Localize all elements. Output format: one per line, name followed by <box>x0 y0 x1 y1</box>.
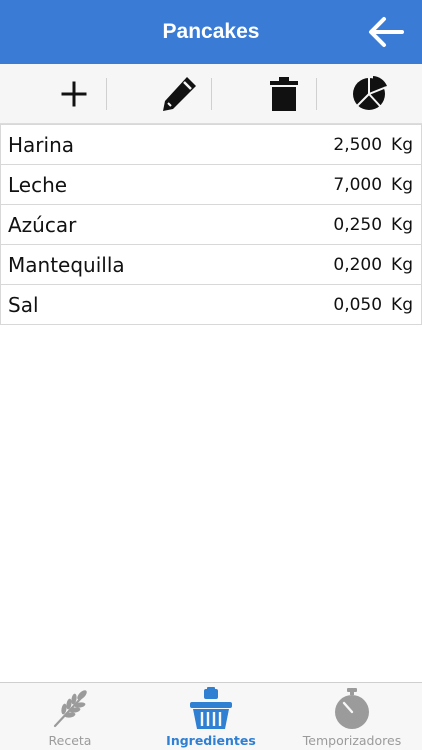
ingredient-unit: Kg <box>391 214 413 235</box>
ingredient-name: Mantequilla <box>8 252 125 277</box>
tab-ingredientes[interactable]: Ingredientes <box>141 683 281 750</box>
ingredient-quantity: 7,000 Kg <box>333 175 413 195</box>
tab-label: Ingredientes <box>166 733 256 748</box>
pie-chart-icon <box>353 76 387 110</box>
ingredient-name: Azúcar <box>8 212 77 237</box>
toolbar <box>0 64 422 124</box>
ingredient-quantity: 0,050 Kg <box>333 295 413 315</box>
ingredient-quantity: 0,250 Kg <box>333 215 413 235</box>
add-button[interactable] <box>50 70 98 118</box>
ingredient-quantity: 2,500 Kg <box>333 135 413 155</box>
ingredient-amount: 0,200 <box>333 254 383 275</box>
list-item[interactable]: Leche 7,000 Kg <box>0 165 422 205</box>
pencil-icon <box>163 77 196 111</box>
list-item[interactable]: Sal 0,050 Kg <box>0 285 422 325</box>
ingredient-unit: Kg <box>391 254 413 275</box>
list-item[interactable]: Harina 2,500 Kg <box>0 125 422 165</box>
ingredient-name: Sal <box>8 292 39 317</box>
list-item[interactable]: Mantequilla 0,200 Kg <box>0 245 422 285</box>
plus-icon <box>61 81 87 107</box>
arrow-left-icon <box>369 17 404 47</box>
nav-header: Pancakes <box>0 0 422 64</box>
page-title: Pancakes <box>162 20 260 43</box>
ingredient-amount: 2,500 <box>333 134 383 155</box>
tab-bar: Receta Ingredientes Temporizadores <box>0 682 422 750</box>
ingredient-list: Harina 2,500 Kg Leche 7,000 Kg Azúcar 0,25… <box>0 124 422 325</box>
list-item[interactable]: Azúcar 0,250 Kg <box>0 205 422 245</box>
tab-temporizadores[interactable]: Temporizadores <box>282 683 422 750</box>
edit-button[interactable] <box>155 70 203 118</box>
ingredient-name: Harina <box>8 132 75 157</box>
toolbar-divider <box>211 78 212 110</box>
stopwatch-icon <box>335 688 369 729</box>
basket-icon <box>190 687 232 729</box>
wheat-icon <box>53 690 87 728</box>
trash-icon <box>270 77 298 111</box>
ingredient-unit: Kg <box>391 174 413 195</box>
delete-button[interactable] <box>260 70 308 118</box>
toolbar-divider <box>106 78 107 110</box>
ingredient-amount: 7,000 <box>333 174 383 195</box>
tab-label: Receta <box>48 733 92 748</box>
ingredient-unit: Kg <box>391 134 413 155</box>
toolbar-divider <box>316 78 317 110</box>
ingredient-amount: 0,050 <box>333 294 383 315</box>
ingredient-name: Leche <box>8 172 68 197</box>
ingredient-unit: Kg <box>391 294 413 315</box>
tab-receta[interactable]: Receta <box>0 683 140 750</box>
tab-label: Temporizadores <box>302 733 402 748</box>
chart-button[interactable] <box>345 70 393 118</box>
ingredient-amount: 0,250 <box>333 214 383 235</box>
ingredient-quantity: 0,200 Kg <box>333 255 413 275</box>
back-button[interactable] <box>364 10 408 54</box>
